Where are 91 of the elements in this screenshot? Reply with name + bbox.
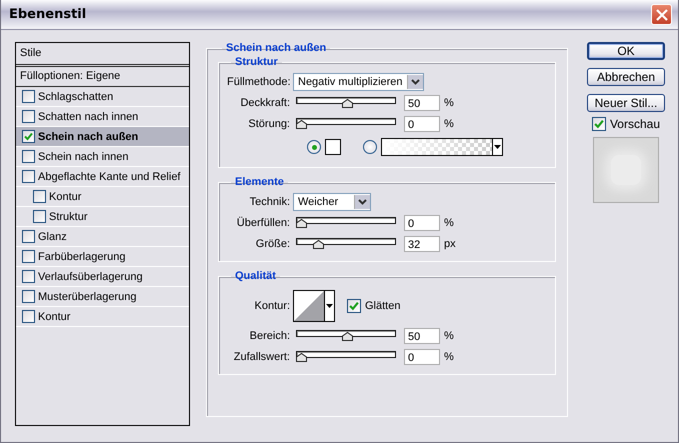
style-item[interactable]: Glanz [16,227,189,247]
checkbox[interactable] [22,270,35,283]
unit-label: % [444,118,454,130]
style-item[interactable]: Kontur [16,307,189,327]
unit-label: % [444,216,454,228]
checkbox[interactable] [22,250,35,263]
style-label: Abgeflachte Kante und Relief [38,170,180,182]
style-label: Schlagschatten [38,90,114,102]
checkbox[interactable] [22,130,35,143]
contour-curve-icon [294,291,324,321]
unit-label: % [444,330,454,342]
slider[interactable] [296,97,396,108]
window-title: Ebenenstil [9,7,86,22]
unit-label: px [444,238,456,250]
checkbox-label: Vorschau [610,117,660,131]
checkbox[interactable] [22,310,35,323]
caret-icon [326,304,333,308]
dropdown[interactable]: Negativ multiplizieren [293,72,424,90]
section-title: Schein nach außen [225,42,328,54]
field-label: Füllmethode: [227,76,290,88]
contour-picker[interactable] [293,290,335,322]
style-item[interactable]: Musterüberlagerung [16,287,189,307]
field-label: Störung: [247,118,290,130]
style-label: Kontur [49,190,82,202]
checkbox[interactable] [22,150,35,163]
style-item[interactable]: Verlaufsüberlagerung [16,267,189,287]
group-title: Elemente [234,176,285,188]
style-item[interactable]: Abgeflachte Kante und Relief [16,167,189,187]
preview-thumbnail [593,137,659,203]
value-field[interactable]: 0 [404,116,440,132]
checkbox[interactable] [22,290,35,303]
value-field[interactable]: 0 [404,214,440,230]
gradient-picker[interactable] [381,138,503,156]
field-label: Größe: [254,238,290,250]
style-item[interactable]: Schein nach außen [16,127,189,147]
checkbox[interactable] [592,117,606,131]
checkbox[interactable] [33,190,46,203]
style-label: Schein nach außen [38,130,138,142]
style-label: Struktur [49,210,88,222]
style-label: Farbüberlagerung [38,250,126,262]
field-label: Kontur: [254,300,290,312]
value-field[interactable]: 50 [404,94,440,110]
radio-button[interactable] [363,140,377,154]
blending-options-item[interactable]: Fülloptionen: Eigene [16,67,189,87]
slider[interactable] [296,351,396,362]
checkbox[interactable] [22,170,35,183]
dialog-button[interactable]: Abbrechen [587,68,665,86]
style-item[interactable]: Struktur [16,207,189,227]
field-label: Bereich: [248,330,290,342]
checkbox-label: Glätten [365,300,400,312]
style-item[interactable]: Kontur [16,187,189,207]
caret-icon [494,145,501,149]
style-label: Kontur [38,310,70,322]
close-icon [656,8,668,20]
checkbox[interactable] [33,210,46,223]
dialog-button[interactable]: OK [587,42,665,60]
slider[interactable] [296,217,396,228]
style-label: Musterüberlagerung [38,290,136,302]
styles-header: Stile [16,43,189,67]
field-label: Überfüllen: [236,216,290,228]
dropdown[interactable]: Weicher [293,192,371,210]
checkbox[interactable] [22,90,35,103]
close-button[interactable] [651,4,672,25]
style-item[interactable]: Schlagschatten [16,87,189,107]
field-label: Zufallswert: [232,350,290,362]
dialog-button[interactable]: Neuer Stil... [587,94,665,112]
style-item[interactable]: Farbüberlagerung [16,247,189,267]
value-field[interactable]: 50 [404,328,440,344]
group-title: Struktur [234,56,279,68]
unit-label: % [444,96,454,108]
value-field[interactable]: 32 [404,236,440,252]
caret-icon [410,78,420,84]
field-label: Technik: [248,196,290,208]
group-title: Qualität [234,270,277,282]
radio-button[interactable] [307,140,321,154]
checkbox[interactable] [347,299,361,313]
slider[interactable] [296,330,396,341]
field-label: Deckkraft: [239,96,290,108]
style-label: Verlaufsüberlagerung [38,270,143,282]
unit-label: % [444,350,454,362]
style-label: Glanz [38,230,67,242]
value-field[interactable]: 0 [404,348,440,364]
style-label: Schatten nach innen [38,110,138,122]
style-item[interactable]: Schein nach innen [16,147,189,167]
checkbox[interactable] [22,230,35,243]
caret-icon [358,198,367,204]
color-swatch[interactable] [325,139,341,155]
slider[interactable] [296,238,396,249]
style-label: Schein nach innen [38,150,129,162]
slider[interactable] [296,118,396,129]
checkbox[interactable] [22,110,35,123]
